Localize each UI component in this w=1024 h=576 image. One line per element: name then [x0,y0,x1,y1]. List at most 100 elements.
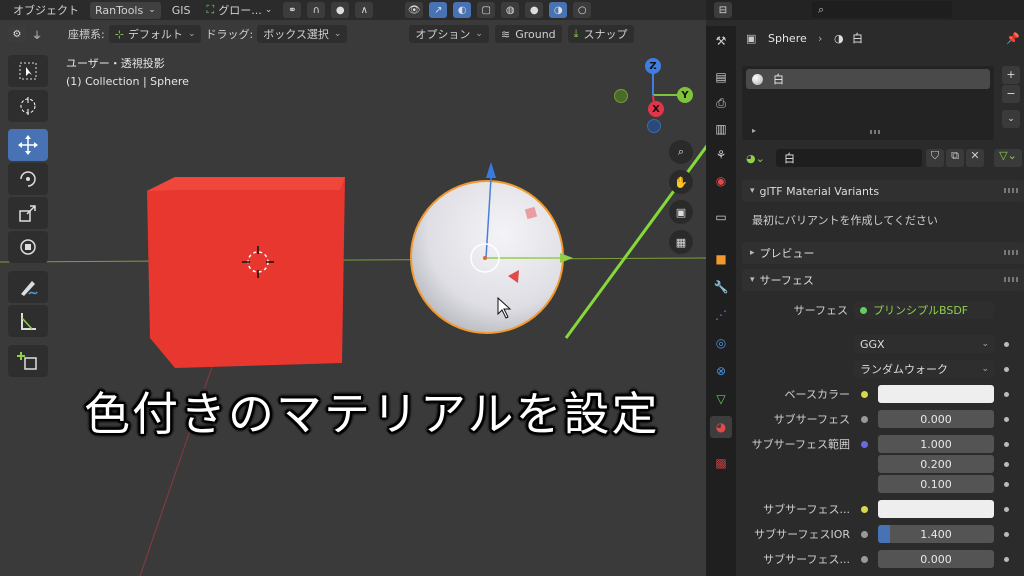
drag-dropdown[interactable]: ボックス選択 ⌄ [257,25,348,43]
particles-tab-icon[interactable]: ⋰ [710,304,732,326]
3d-viewport[interactable]: オブジェクト RanTools ⌄ GIS ⛶ グロー... ⌄ ⚭ ∩ ● ∧ 👁 … [0,0,706,576]
surface-shader-field[interactable]: プリンシプルBSDF [854,301,994,319]
scene-tab-icon[interactable]: ⚘ [710,144,732,166]
gizmo-toggle-icon[interactable]: ↗ [429,2,448,18]
add-cube-tool[interactable] [8,345,48,377]
filter-icon[interactable]: ⏚ [28,26,46,42]
float-socket-icon[interactable] [861,416,868,423]
falloff-icon[interactable]: ∧ [355,2,374,18]
snap-magnet-icon[interactable]: ∩ [307,2,326,18]
keyframe-dot[interactable] [1004,462,1009,467]
snap-button[interactable]: ⤓ スナップ [567,25,634,43]
rotate-tool[interactable] [8,163,48,195]
editor-type-icon[interactable]: ⊟ [714,2,732,18]
object-tab-icon[interactable]: ■ [710,248,732,270]
pan-hand-icon[interactable]: ✋ [669,170,693,194]
select-box-tool[interactable] [8,55,48,87]
orientation-dropdown[interactable]: ⛶ グロー... ⌄ [202,2,278,19]
output-tab-icon[interactable]: ⎙ [710,92,732,114]
subsurface-color-swatch[interactable] [878,500,994,518]
resize-handle[interactable] [870,130,882,134]
radius-z-field[interactable]: 0.100 [878,475,994,493]
scale-tool[interactable] [8,197,48,229]
material-name-field[interactable]: 白 [776,149,922,167]
annotate-tool[interactable] [8,271,48,303]
red-cube[interactable] [147,177,345,368]
world-tab-icon[interactable]: ◉ [710,170,732,192]
rantools-menu[interactable]: RanTools ⌄ [90,1,161,19]
data-tab-icon[interactable]: ▽ [710,388,732,410]
proportional-edit-icon[interactable]: ● [331,2,350,18]
grid-ortho-icon[interactable]: ▦ [669,230,693,254]
gltf-panel-header[interactable]: ▾ glTF Material Variants [742,180,1024,202]
slot-specials-button[interactable]: ⌄ [1002,110,1020,128]
distribution-dropdown[interactable]: GGX ⌄ [854,335,994,353]
subsurface-aniso-field[interactable]: 0.000 [878,550,994,568]
surface-panel-header[interactable]: ▾ サーフェス [742,269,1024,291]
material-slot-list[interactable]: 白 ▸ [742,66,994,140]
base-color-swatch[interactable] [878,385,994,403]
options-dropdown[interactable]: オプション ⌄ [409,25,489,43]
physics-tab-icon[interactable]: ◎ [710,332,732,354]
drag-handle-icon[interactable] [1004,250,1018,255]
zoom-icon[interactable]: ⌕ [669,140,693,164]
radius-y-field[interactable]: 0.200 [878,455,994,473]
mode-menu[interactable]: オブジェクト [8,2,84,19]
white-sphere[interactable] [410,180,564,334]
shading-wire-icon[interactable]: ◍ [501,2,520,18]
keyframe-dot[interactable] [1004,417,1009,422]
float-socket-icon[interactable] [861,531,868,538]
drag-handle-icon[interactable] [1004,277,1018,282]
shading-solid-icon[interactable]: ● [525,2,544,18]
keyframe-dot[interactable] [1004,507,1009,512]
texture-tab-icon[interactable]: ▩ [710,452,732,474]
modifier-wrench-icon[interactable]: 🔧 [710,276,732,298]
shading-rendered-icon[interactable]: ○ [573,2,592,18]
keyframe-dot[interactable] [1004,342,1009,347]
cursor-tool[interactable] [8,90,48,122]
subsurface-field[interactable]: 0.000 [878,410,994,428]
render-tab-icon[interactable]: ▤ [710,66,732,88]
unlink-close-icon[interactable]: ✕ [966,149,984,167]
subsurface-ior-slider[interactable]: 1.400 [878,525,994,543]
ground-button[interactable]: ≋ Ground [494,25,562,43]
subsurface-method-dropdown[interactable]: ランダムウォーク ⌄ [854,360,994,378]
material-tab-icon[interactable]: ◕ [710,416,732,438]
gear-icon[interactable]: ⚙ [8,26,26,42]
shading-material-icon[interactable]: ◑ [549,2,568,18]
measure-tool[interactable] [8,305,48,337]
expand-triangle-icon[interactable]: ▸ [752,126,756,135]
pivot-icon[interactable]: ⚭ [283,2,302,18]
overlay-toggle-icon[interactable]: ◐ [453,2,472,18]
material-browse-icon[interactable]: ◕⌄ [746,152,765,165]
float-socket-icon[interactable] [861,556,868,563]
keyframe-dot[interactable] [1004,557,1009,562]
link-mode-icon[interactable]: ▽⌄ [994,149,1022,167]
gis-menu[interactable]: GIS [167,2,196,19]
remove-slot-button[interactable]: − [1002,85,1020,103]
camera-icon[interactable]: ▣ [669,200,693,224]
drag-handle-icon[interactable] [1004,188,1018,193]
collection-tab-icon[interactable]: ▭ [710,206,732,228]
keyframe-dot[interactable] [1004,532,1009,537]
gizmo-z-arrow[interactable] [486,162,496,178]
color-socket-icon[interactable] [861,506,868,513]
constraints-tab-icon[interactable]: ⊗ [710,360,732,382]
pin-icon[interactable]: 📌 [1006,32,1020,45]
view-layer-tab-icon[interactable]: ▥ [710,118,732,140]
keyframe-dot[interactable] [1004,482,1009,487]
coord-dropdown[interactable]: ⊹ デフォルト ⌄ [108,25,202,43]
duplicate-icon[interactable]: ⧉ [946,149,964,167]
preview-panel-header[interactable]: ▸ プレビュー [742,242,1024,264]
visibility-icon[interactable]: 👁 [405,2,424,18]
radius-x-field[interactable]: 1.000 [878,435,994,453]
color-socket-icon[interactable] [861,391,868,398]
gizmo-y-arrow[interactable] [560,253,573,263]
material-slot-row[interactable]: 白 [746,69,990,89]
fake-user-shield-icon[interactable]: ⛉ [926,149,944,167]
tool-tab-icon[interactable]: ⚒ [710,30,732,52]
xray-icon[interactable]: ▢ [477,2,496,18]
move-tool[interactable] [8,129,48,161]
add-slot-button[interactable]: + [1002,66,1020,84]
keyframe-dot[interactable] [1004,392,1009,397]
